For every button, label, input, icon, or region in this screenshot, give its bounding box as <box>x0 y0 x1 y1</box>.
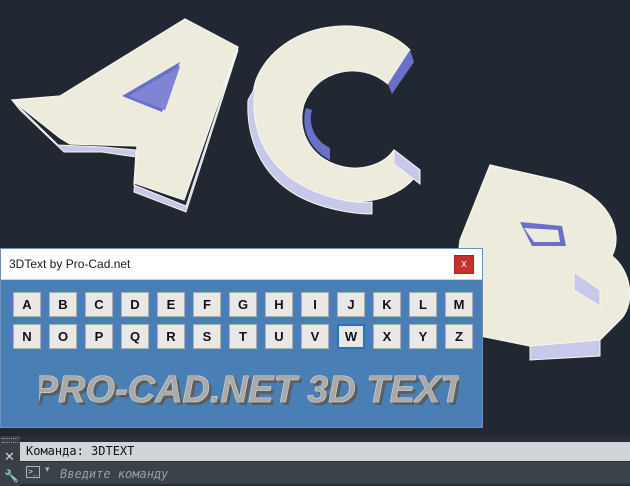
letter-button-v[interactable]: V <box>301 324 329 349</box>
letter-button-e[interactable]: E <box>157 292 185 317</box>
letter-button-d[interactable]: D <box>121 292 149 317</box>
command-history-line: Команда: 3DTEXT <box>26 444 135 458</box>
3dtext-dialog: 3DText by Pro-Cad.net x A B C D E F G H … <box>0 248 483 428</box>
letter-button-q[interactable]: Q <box>121 324 149 349</box>
letter-button-b[interactable]: B <box>49 292 77 317</box>
letter-button-p[interactable]: P <box>85 324 113 349</box>
letter-button-m[interactable]: M <box>445 292 473 317</box>
svg-text:PRO-CAD.NET 3D TEXT: PRO-CAD.NET 3D TEXT <box>39 369 459 411</box>
letter-button-u[interactable]: U <box>265 324 293 349</box>
command-input-row: >_ ▾ <box>20 462 630 484</box>
dialog-titlebar[interactable]: 3DText by Pro-Cad.net x <box>1 249 482 280</box>
dialog-title: 3DText by Pro-Cad.net <box>9 257 131 271</box>
chevron-down-icon[interactable]: ▾ <box>45 465 50 475</box>
command-prompt-icon[interactable]: >_ <box>26 466 40 478</box>
letter-row-1: A B C D E F G H I J K L M <box>13 292 475 317</box>
letter-c-3d <box>247 25 421 215</box>
letter-button-n[interactable]: N <box>13 324 41 349</box>
letter-button-h[interactable]: H <box>265 292 293 317</box>
letter-button-l[interactable]: L <box>409 292 437 317</box>
letter-button-i[interactable]: I <box>301 292 329 317</box>
close-button[interactable]: x <box>454 254 474 274</box>
drag-handle-icon[interactable] <box>2 438 18 443</box>
letter-button-y[interactable]: Y <box>409 324 437 349</box>
wrench-icon[interactable]: 🔧 <box>4 469 19 483</box>
letter-button-k[interactable]: K <box>373 292 401 317</box>
letter-button-z[interactable]: Z <box>445 324 473 349</box>
letter-button-t[interactable]: T <box>229 324 257 349</box>
letter-button-o[interactable]: O <box>49 324 77 349</box>
letter-button-g[interactable]: G <box>229 292 257 317</box>
letter-row-2: N O P Q R S T U V W X Y Z <box>13 324 475 349</box>
close-icon[interactable]: ✕ <box>4 450 15 465</box>
command-input[interactable] <box>58 464 622 484</box>
letter-button-j[interactable]: J <box>337 292 365 317</box>
letter-button-grid: A B C D E F G H I J K L M N O P Q R S T … <box>13 292 475 356</box>
command-line-grip[interactable]: ✕ 🔧 <box>0 436 20 486</box>
letter-a-3d <box>10 18 239 213</box>
letter-button-w[interactable]: W <box>337 324 365 349</box>
letter-button-x[interactable]: X <box>373 324 401 349</box>
letter-button-f[interactable]: F <box>193 292 221 317</box>
letter-button-r[interactable]: R <box>157 324 185 349</box>
pro-cad-banner-logo: PRO-CAD.NET 3D TEXT PRO-CAD.NET 3D TEXT <box>39 369 459 414</box>
letter-button-a[interactable]: A <box>13 292 41 317</box>
letter-button-s[interactable]: S <box>193 324 221 349</box>
letter-button-c[interactable]: C <box>85 292 113 317</box>
command-line-panel: ✕ 🔧 Команда: 3DTEXT >_ ▾ <box>0 436 630 486</box>
command-history: Команда: 3DTEXT <box>20 442 630 461</box>
